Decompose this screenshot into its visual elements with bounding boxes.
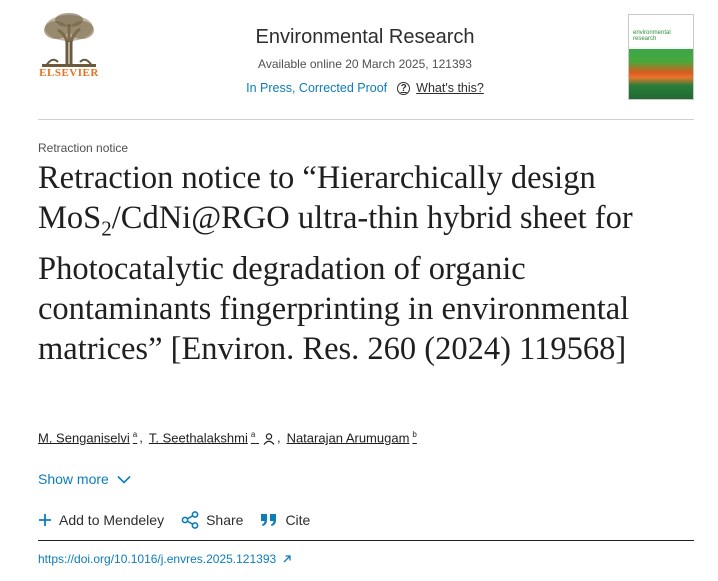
cover-title: environmental research xyxy=(633,30,671,42)
affiliation-marker: a xyxy=(250,430,256,439)
author-name: T. Seethalakshmi xyxy=(148,430,248,446)
cite-button[interactable]: Cite xyxy=(260,512,310,528)
share-button[interactable]: Share xyxy=(181,511,243,529)
title-part-2: /CdNi@RGO ultra-thin hybrid sheet for Ph… xyxy=(38,200,633,367)
actions-divider xyxy=(38,540,694,541)
plus-icon xyxy=(39,514,51,526)
corresponding-author-person-icon xyxy=(263,433,275,445)
add-to-mendeley-label: Add to Mendeley xyxy=(59,512,165,528)
whats-this-label: What's this? xyxy=(416,81,484,95)
author-name: Natarajan Arumugam xyxy=(286,430,410,446)
available-online-date: Available online 20 March 2025, 121393 xyxy=(258,57,472,71)
share-label: Share xyxy=(206,512,244,528)
whats-this-link[interactable]: ? What's this? xyxy=(397,81,484,95)
article-actions-bar: Add to Mendeley Share Cite xyxy=(38,510,327,530)
author-list: M. Senganiselvi a , T. Seethalakshmi a , N… xyxy=(38,430,417,445)
cover-image xyxy=(629,49,693,99)
external-link-arrow-icon xyxy=(283,555,291,563)
article-title: Retraction notice to “Hierarchically des… xyxy=(38,158,698,369)
author-separator: , xyxy=(276,430,281,446)
doi-url: https://doi.org/10.1016/j.envres.2025.12… xyxy=(38,552,277,566)
author-link[interactable]: Natarajan Arumugam b xyxy=(287,430,417,445)
article-type-label: Retraction notice xyxy=(38,141,129,155)
article-status-row: In Press, Corrected Proof ? What's this? xyxy=(175,79,555,97)
doi-link[interactable]: https://doi.org/10.1016/j.envres.2025.12… xyxy=(38,552,292,566)
add-to-mendeley-button[interactable]: Add to Mendeley xyxy=(38,512,164,528)
author-link[interactable]: T. Seethalakshmi a xyxy=(149,430,275,445)
title-subscript: 2 xyxy=(101,216,112,241)
affiliation-marker: b xyxy=(412,430,417,439)
share-icon xyxy=(181,511,199,529)
show-more-label: Show more xyxy=(38,471,109,487)
affiliation-marker: a xyxy=(132,430,138,439)
journal-cover-thumbnail[interactable]: environmental research xyxy=(628,14,694,100)
elsevier-tree-icon xyxy=(38,12,100,68)
question-circle-icon: ? xyxy=(397,81,411,95)
journal-title-link[interactable]: Environmental Research xyxy=(175,26,555,49)
header-divider xyxy=(38,119,694,120)
elsevier-wordmark: ELSEVIER xyxy=(39,67,99,79)
cite-label: Cite xyxy=(285,512,311,528)
show-more-button[interactable]: Show more xyxy=(38,471,131,487)
chevron-down-icon xyxy=(117,475,131,484)
author-link[interactable]: M. Senganiselvi a xyxy=(38,430,137,445)
author-separator: , xyxy=(139,430,143,446)
in-press-status-link[interactable]: In Press, Corrected Proof xyxy=(246,81,387,95)
author-name: M. Senganiselvi xyxy=(38,430,130,446)
quote-icon xyxy=(261,514,277,526)
